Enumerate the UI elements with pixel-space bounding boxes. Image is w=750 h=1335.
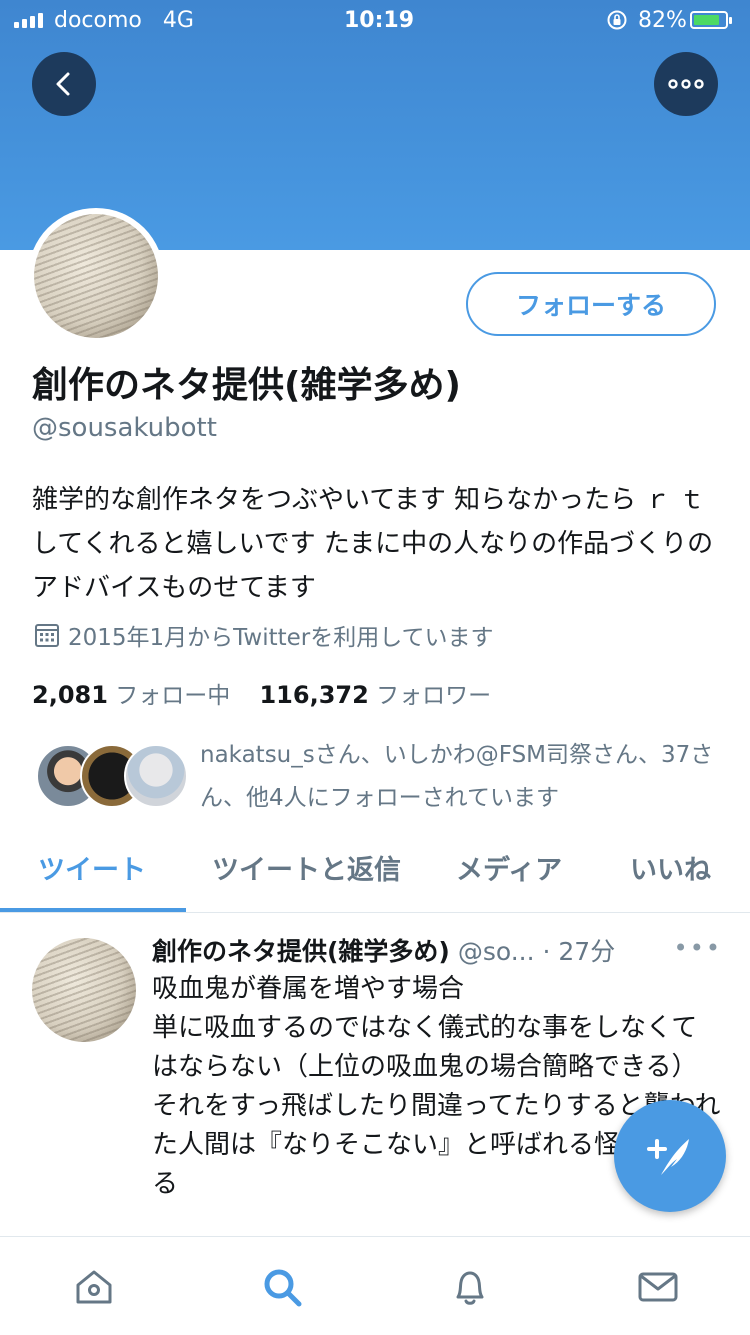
- avatar-image: [34, 214, 158, 338]
- bottom-navigation: [0, 1236, 750, 1335]
- tab-tweets[interactable]: ツイート: [38, 848, 146, 887]
- followers-you-know-facepile[interactable]: [36, 744, 188, 808]
- nav-notifications[interactable]: [448, 1265, 492, 1309]
- more-dots-icon: [668, 79, 704, 89]
- tweet-author-handle: @so...: [457, 937, 535, 966]
- battery-percent: 82%: [638, 8, 687, 33]
- avatar-image: [32, 938, 136, 1042]
- carrier-label: docomo 4G: [54, 8, 194, 33]
- tweet-author-name[interactable]: 創作のネタ提供(雑学多め): [152, 937, 450, 966]
- profile-bio: 雑学的な創作ネタをつぶやいてます 知らなかったら ｒ ｔしてくれると嬉しいです …: [32, 485, 714, 603]
- nav-search[interactable]: [260, 1265, 304, 1309]
- search-icon: [264, 1269, 302, 1307]
- compose-tweet-button[interactable]: [614, 1100, 726, 1212]
- tweet-avatar[interactable]: [32, 938, 136, 1042]
- profile-avatar[interactable]: [28, 208, 164, 344]
- joined-date: 2015年1月からTwitterを利用しています: [34, 618, 494, 652]
- avatar: [124, 744, 188, 808]
- chevron-left-icon: [56, 72, 70, 96]
- home-icon: [76, 1270, 112, 1304]
- calendar-icon: [35, 624, 59, 647]
- compose-tweet-icon: [647, 1139, 689, 1175]
- followers-count: 116,372: [259, 681, 369, 709]
- tweet-more-icon[interactable]: •••: [674, 934, 722, 962]
- following-label: フォロー中: [115, 683, 231, 709]
- tweet-header: 創作のネタ提供(雑学多め) @so... · 27分 •••: [152, 932, 722, 968]
- profile-tabs: ツイート ツイートと返信 メディア いいね: [0, 826, 750, 913]
- tab-likes[interactable]: いいね: [630, 848, 711, 887]
- active-tab-indicator: [0, 908, 186, 912]
- rotation-lock-icon: [606, 9, 628, 37]
- followers-link[interactable]: 116,372 フォロワー: [259, 681, 492, 709]
- battery-fill: [694, 15, 719, 25]
- tweet-line: 吸血鬼が眷属を増やす場合: [152, 974, 465, 1004]
- battery-icon: [690, 11, 732, 29]
- followed-by-text[interactable]: nakatsu_sさん、いしかわ@FSM司祭さん、37さん、他4人にフォローされ…: [200, 734, 720, 820]
- following-link[interactable]: 2,081 フォロー中: [32, 681, 231, 709]
- more-options-button[interactable]: [654, 52, 718, 116]
- tweet-timestamp: · 27分: [542, 937, 616, 966]
- clock: 10:19: [344, 8, 415, 33]
- tab-media[interactable]: メディア: [456, 848, 562, 887]
- notifications-icon: [456, 1271, 484, 1305]
- follow-counts: 2,081 フォロー中 116,372 フォロワー: [32, 676, 491, 710]
- profile-name: 創作のネタ提供(雑学多め): [32, 365, 461, 406]
- tweet-line: 単に吸血するのではなく儀式的な事をしなくてはならない（上位の吸血鬼の場合簡略でき…: [152, 1013, 698, 1082]
- follow-button[interactable]: フォローする: [466, 272, 716, 336]
- signal-icon: [14, 13, 43, 28]
- nav-home[interactable]: [72, 1265, 116, 1309]
- following-count: 2,081: [32, 681, 108, 709]
- joined-text: 2015年1月からTwitterを利用しています: [68, 625, 494, 651]
- messages-icon: [638, 1272, 678, 1302]
- profile-handle: @sousakubott: [32, 413, 217, 443]
- back-button[interactable]: [32, 52, 96, 116]
- nav-messages[interactable]: [636, 1265, 680, 1309]
- tab-tweets-and-replies[interactable]: ツイートと返信: [212, 848, 401, 887]
- status-bar: docomo 4G 10:19 82%: [0, 0, 750, 42]
- followers-label: フォロワー: [376, 683, 492, 709]
